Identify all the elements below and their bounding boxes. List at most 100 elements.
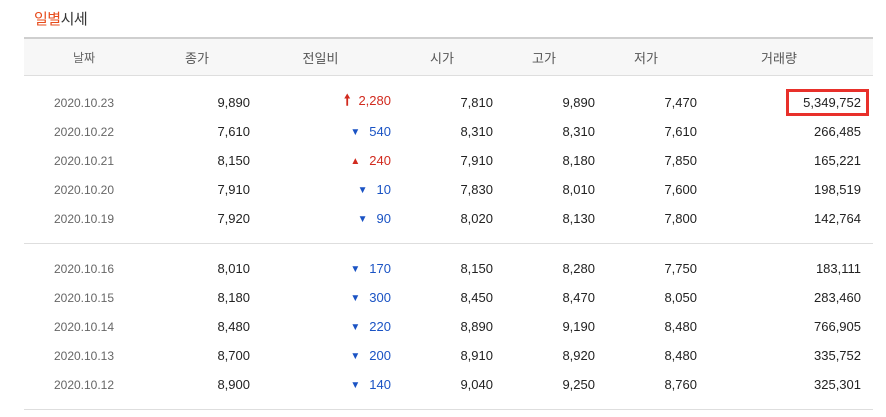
cell-high: 9,890	[562, 95, 595, 110]
cell-high: 8,470	[562, 290, 595, 305]
cell-open: 7,910	[460, 153, 493, 168]
up-triangle-icon: ▲	[350, 156, 361, 167]
cell-high: 8,280	[562, 261, 595, 276]
diff-value: 540	[369, 124, 391, 139]
section-title: 일별시세	[34, 10, 88, 30]
table-row: 2020.10.14 8,480 ▼ 220 8,890 9,190 8,480 766,90…	[24, 312, 873, 341]
header-volume: 거래량	[761, 50, 797, 66]
down-triangle-icon: ▼	[350, 322, 361, 333]
cell-low: 8,050	[664, 290, 697, 305]
cell-close: 8,700	[217, 348, 250, 363]
diff-value: 10	[376, 182, 391, 197]
cell-high: 8,180	[562, 153, 595, 168]
cell-diff: ▲ 240	[250, 153, 391, 168]
cell-close: 8,150	[217, 153, 250, 168]
cell-diff: ▼ 140	[250, 377, 391, 392]
cell-diff: ▼ 170	[250, 261, 391, 276]
table-row: 2020.10.23 9,890 🠕 2,280 7,810 9,890 7,470 5,34…	[24, 88, 873, 117]
cell-low: 7,470	[664, 95, 697, 110]
cell-diff: 🠕 2,280	[250, 90, 391, 115]
cell-date: 2020.10.14	[53, 319, 115, 334]
cell-diff: ▼ 200	[250, 348, 391, 363]
table-row: 2020.10.15 8,180 ▼ 300 8,450 8,470 8,050 283,46…	[24, 283, 873, 312]
cell-low: 7,800	[664, 211, 697, 226]
cell-high: 8,920	[562, 348, 595, 363]
cell-open: 8,020	[460, 211, 493, 226]
cell-low: 8,480	[664, 319, 697, 334]
table-row: 2020.10.13 8,700 ▼ 200 8,910 8,920 8,480 335,75…	[24, 341, 873, 370]
down-triangle-icon: ▼	[350, 127, 361, 138]
header-date: 날짜	[72, 50, 96, 65]
cell-high: 8,310	[562, 124, 595, 139]
table-row: 2020.10.12 8,900 ▼ 140 9,040 9,250 8,760 325,30…	[24, 370, 873, 399]
header-close: 종가	[185, 50, 209, 66]
section-title-accent: 일별	[34, 11, 61, 28]
cell-low: 7,850	[664, 153, 697, 168]
table-row: 2020.10.19 7,920 ▼ 90 8,020 8,130 7,800 142,764	[24, 204, 873, 233]
cell-close: 8,900	[217, 377, 250, 392]
cell-date: 2020.10.16	[53, 261, 115, 276]
cell-diff: ▼ 220	[250, 319, 391, 334]
down-triangle-icon: ▼	[350, 293, 361, 304]
cell-volume: 165,221	[814, 153, 861, 168]
cell-date: 2020.10.23	[53, 95, 115, 110]
table-row: 2020.10.20 7,910 ▼ 10 7,830 8,010 7,600 198,519	[24, 175, 873, 204]
cell-volume: 198,519	[814, 182, 861, 197]
daily-price-table: 날짜 종가 전일비 시가 고가 저가 거래량 2020.10.23 9,890 🠕 2…	[24, 37, 873, 410]
bold-up-arrow-icon: 🠕	[344, 92, 351, 109]
cell-diff: ▼ 300	[250, 290, 391, 305]
diff-value: 170	[369, 261, 391, 276]
cell-date: 2020.10.20	[53, 182, 115, 197]
header-high: 고가	[532, 50, 556, 66]
cell-close: 7,610	[217, 124, 250, 139]
cell-date: 2020.10.19	[53, 211, 115, 226]
cell-close: 9,890	[217, 95, 250, 110]
row-group: 2020.10.23 9,890 🠕 2,280 7,810 9,890 7,470 5,34…	[24, 76, 873, 244]
diff-value: 300	[369, 290, 391, 305]
cell-close: 8,480	[217, 319, 250, 334]
header-low: 저가	[634, 50, 658, 66]
diff-value: 140	[369, 377, 391, 392]
cell-close: 7,920	[217, 211, 250, 226]
cell-open: 9,040	[460, 377, 493, 392]
table-row: 2020.10.22 7,610 ▼ 540 8,310 8,310 7,610 266,48…	[24, 117, 873, 146]
row-group: 2020.10.16 8,010 ▼ 170 8,150 8,280 7,750 183,11…	[24, 244, 873, 410]
cell-volume: 5,349,752	[697, 89, 869, 116]
cell-open: 8,450	[460, 290, 493, 305]
cell-date: 2020.10.13	[53, 348, 115, 363]
cell-close: 8,010	[217, 261, 250, 276]
table-row: 2020.10.21 8,150 ▲ 240 7,910 8,180 7,850 165,22…	[24, 146, 873, 175]
section-title-rest: 시세	[60, 11, 88, 28]
header-open: 시가	[430, 50, 454, 66]
down-triangle-icon: ▼	[350, 380, 361, 391]
diff-value: 220	[369, 319, 391, 334]
cell-volume: 266,485	[814, 124, 861, 139]
cell-date: 2020.10.22	[53, 124, 115, 139]
down-triangle-icon: ▼	[357, 185, 368, 196]
cell-high: 8,010	[562, 182, 595, 197]
cell-volume: 335,752	[814, 348, 861, 363]
cell-diff: ▼ 90	[250, 211, 391, 226]
table-body: 2020.10.23 9,890 🠕 2,280 7,810 9,890 7,470 5,34…	[24, 76, 873, 410]
cell-diff: ▼ 10	[250, 182, 391, 197]
cell-close: 8,180	[217, 290, 250, 305]
cell-diff: ▼ 540	[250, 124, 391, 139]
cell-high: 8,130	[562, 211, 595, 226]
cell-volume: 325,301	[814, 377, 861, 392]
cell-open: 8,890	[460, 319, 493, 334]
cell-date: 2020.10.12	[53, 377, 115, 392]
down-triangle-icon: ▼	[350, 264, 361, 275]
cell-close: 7,910	[217, 182, 250, 197]
cell-low: 7,750	[664, 261, 697, 276]
diff-value: 240	[369, 153, 391, 168]
diff-value: 90	[376, 211, 391, 226]
cell-volume: 766,905	[814, 319, 861, 334]
cell-open: 8,910	[460, 348, 493, 363]
table-row: 2020.10.16 8,010 ▼ 170 8,150 8,280 7,750 183,11…	[24, 254, 873, 283]
cell-volume: 183,111	[815, 261, 861, 276]
down-triangle-icon: ▼	[350, 351, 361, 362]
cell-low: 8,480	[664, 348, 697, 363]
cell-low: 8,760	[664, 377, 697, 392]
diff-value: 2,280	[358, 93, 391, 108]
cell-high: 9,190	[562, 319, 595, 334]
